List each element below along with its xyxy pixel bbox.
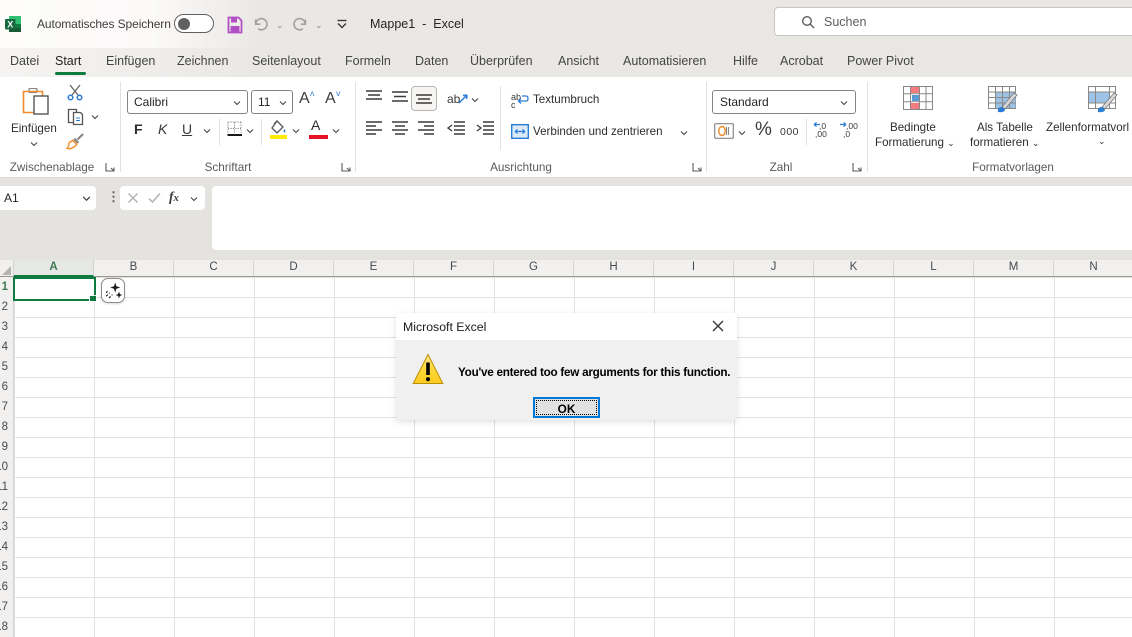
svg-text:,00: ,00 <box>815 129 827 138</box>
svg-text:X: X <box>7 19 13 29</box>
svg-text:,0: ,0 <box>843 129 850 138</box>
svg-text:c: c <box>511 100 516 108</box>
svg-text:ab: ab <box>447 92 461 106</box>
